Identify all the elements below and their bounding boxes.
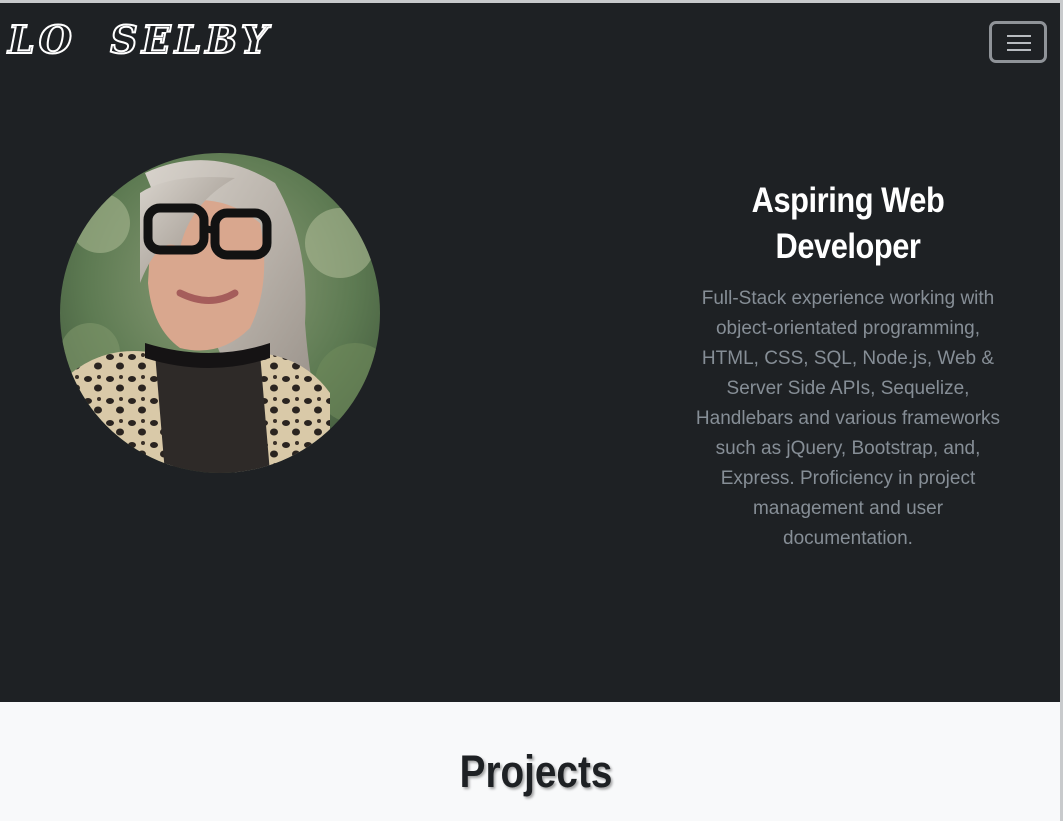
profile-photo-illustration [60, 153, 380, 473]
navbar-toggler-button[interactable] [989, 21, 1047, 63]
hero-section: LO SELBY Aspiring Web Developer Full-Sta… [0, 3, 1060, 702]
profile-photo [60, 153, 380, 473]
navbar: LO SELBY [0, 3, 1060, 88]
projects-section: Projects [0, 702, 1060, 821]
projects-heading: Projects [459, 746, 613, 797]
intro-block: Aspiring Web Developer Full-Stack experi… [690, 178, 1006, 554]
hamburger-menu-icon [1007, 35, 1031, 51]
brand-logo[interactable]: LO SELBY [7, 20, 272, 60]
hero-title: Aspiring Web Developer [751, 181, 945, 266]
hero-description: Full-Stack experience working with objec… [695, 288, 1001, 549]
